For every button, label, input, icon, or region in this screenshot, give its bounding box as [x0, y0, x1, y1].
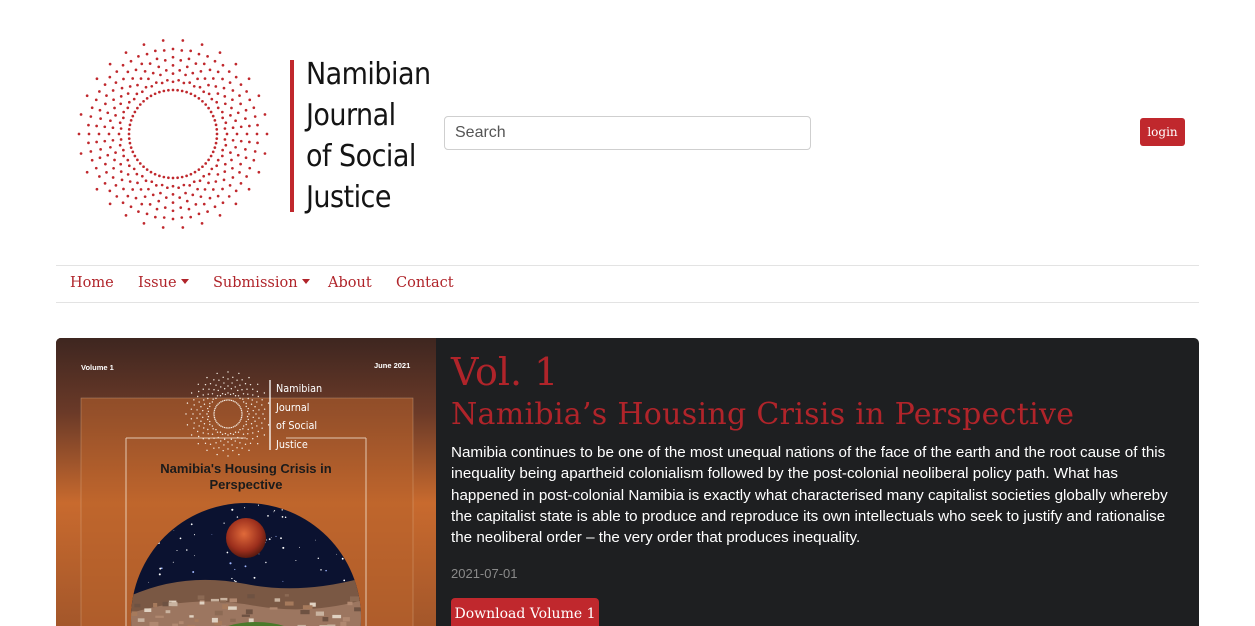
nav-submission-dropdown[interactable]: Submission	[213, 275, 310, 291]
cover-date: June 2021	[374, 361, 411, 370]
cover-volume: Volume 1	[81, 363, 114, 372]
issue-description: Namibia continues to be one of the most …	[451, 444, 1168, 547]
issue-title[interactable]: Namibia’s Housing Crisis in Perspective	[451, 397, 1074, 432]
logo-line: Justice	[306, 180, 391, 215]
sunburst-logo-icon	[77, 39, 269, 229]
logo-line: of Social	[306, 139, 416, 174]
cover-title: Namibia's Housing Crisis in Perspective	[160, 461, 332, 492]
issue-cover-image[interactable]: Volume 1 June 2021 Namibian Journal of S…	[56, 338, 436, 626]
cover-logo-text: Namibian Journal of Social Justice	[276, 380, 322, 454]
caret-down-icon	[180, 279, 189, 284]
nav-issue-dropdown[interactable]: Issue	[138, 275, 189, 291]
nav-home-label: Home	[70, 275, 114, 291]
cover-logo-line: Namibian	[276, 382, 323, 395]
main-navbar: Home Issue Submission About Contact	[56, 265, 1199, 303]
nav-contact-label: Contact	[396, 275, 454, 291]
search-input[interactable]	[444, 116, 811, 150]
nav-about[interactable]: About	[328, 275, 372, 291]
nav-contact[interactable]: Contact	[396, 275, 454, 291]
cover-logo-line: of Social	[276, 419, 318, 432]
nav-issue-label: Issue	[138, 275, 177, 291]
cover-logo-line: Justice	[276, 437, 308, 451]
featured-issue-card: Volume 1 June 2021 Namibian Journal of S…	[56, 338, 1199, 626]
login-button[interactable]: login	[1140, 118, 1185, 146]
logo-divider	[290, 60, 294, 212]
published-date: 2021-07-01	[451, 566, 518, 581]
nav-about-label: About	[328, 275, 372, 291]
download-volume-button[interactable]: Download Volume 1	[451, 598, 599, 626]
journal-logo[interactable]: Namibian Journal of Social Justice	[76, 38, 431, 230]
caret-down-icon	[301, 279, 310, 284]
logo-text: Namibian Journal of Social Justice	[306, 54, 431, 218]
logo-line: Namibian	[306, 57, 431, 92]
nav-submission-label: Submission	[213, 275, 298, 291]
logo-line: Journal	[306, 98, 396, 133]
nav-home[interactable]: Home	[70, 275, 114, 291]
cover-logo-line: Journal	[276, 400, 310, 414]
volume-heading[interactable]: Vol. 1	[451, 350, 558, 394]
